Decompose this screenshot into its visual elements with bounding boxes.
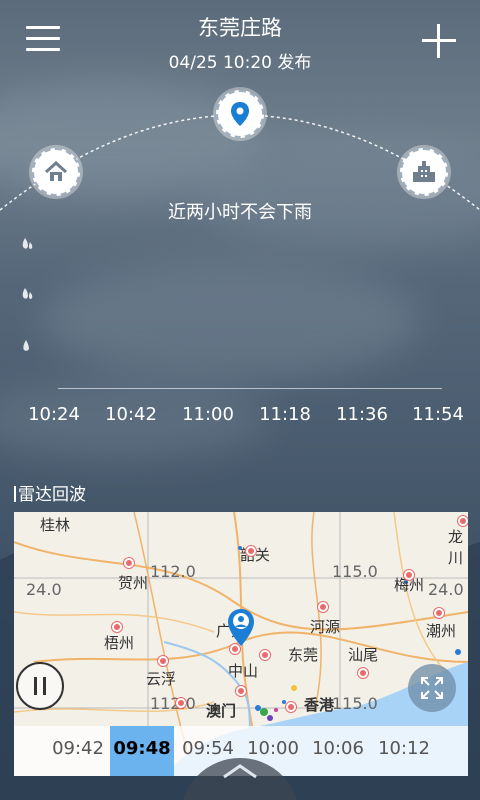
radar-time-option-selected[interactable]: 09:48 bbox=[113, 738, 170, 759]
city-marker bbox=[112, 622, 122, 632]
city-marker bbox=[246, 546, 256, 556]
forecast-timeline bbox=[58, 388, 442, 389]
pause-icon[interactable] bbox=[16, 662, 64, 710]
expand-icon[interactable] bbox=[408, 664, 456, 712]
city-marker bbox=[236, 686, 246, 696]
location-title[interactable]: 东莞庄路 bbox=[0, 12, 480, 42]
rain-forecast-message: 近两小时不会下雨 bbox=[168, 202, 312, 223]
radar-time-option[interactable]: 09:54 bbox=[182, 738, 234, 759]
office-building-icon[interactable] bbox=[400, 148, 448, 196]
map-grid-label: 112.0 bbox=[150, 562, 196, 581]
map-city-label: 桂林 bbox=[40, 516, 71, 534]
city-marker bbox=[458, 516, 468, 526]
raindrop-icon bbox=[23, 340, 29, 351]
city-marker bbox=[158, 656, 168, 666]
map-grid-label: 112.0 bbox=[150, 694, 196, 713]
raindrop-icon bbox=[22, 238, 33, 249]
home-icon[interactable] bbox=[32, 148, 80, 196]
forecast-time: 10:42 bbox=[105, 404, 157, 425]
map-city-label: 云浮 bbox=[146, 670, 177, 688]
map-city-label: 龙川 bbox=[448, 528, 464, 567]
map-grid-label: 24.0 bbox=[26, 580, 62, 599]
forecast-time-labels: 10:24 10:42 11:00 11:18 11:36 11:54 bbox=[0, 404, 480, 428]
map-city-label: 东莞 bbox=[288, 646, 319, 664]
map-city-label: 梧州 bbox=[104, 634, 135, 652]
radar-time-option[interactable]: 10:12 bbox=[378, 738, 430, 759]
city-marker bbox=[434, 608, 444, 618]
radar-time-option[interactable]: 10:06 bbox=[312, 738, 364, 759]
radar-section-title: 雷达回波 bbox=[14, 480, 86, 505]
forecast-time: 11:36 bbox=[336, 404, 388, 425]
map-city-label: 香港 bbox=[304, 696, 335, 714]
forecast-time: 11:54 bbox=[412, 404, 464, 425]
city-marker bbox=[176, 698, 186, 708]
map-grid-label: 24.0 bbox=[428, 580, 464, 599]
map-city-label: 汕尾 bbox=[348, 646, 379, 664]
city-marker bbox=[404, 570, 414, 580]
forecast-time: 11:00 bbox=[182, 404, 234, 425]
radar-time-option[interactable]: 10:00 bbox=[247, 738, 299, 759]
map-city-label: 潮州 bbox=[426, 622, 457, 640]
map-city-label: 中山 bbox=[228, 662, 259, 680]
city-marker bbox=[358, 668, 368, 678]
current-location-marker bbox=[228, 609, 254, 646]
forecast-time: 11:18 bbox=[259, 404, 311, 425]
map-grid-label: 115.0 bbox=[332, 562, 378, 581]
header: 东莞庄路 04/25 10:20 发布 bbox=[0, 0, 480, 90]
location-pin-icon[interactable] bbox=[216, 90, 264, 138]
plus-icon[interactable] bbox=[422, 24, 456, 58]
radar-time-option[interactable]: 09:42 bbox=[52, 738, 104, 759]
map-grid-label: 115.0 bbox=[332, 694, 378, 713]
city-marker bbox=[286, 702, 296, 712]
forecast-time: 10:24 bbox=[28, 404, 80, 425]
map-city-label: 河源 bbox=[310, 618, 341, 636]
city-marker bbox=[318, 602, 328, 612]
city-marker bbox=[260, 650, 270, 660]
publish-time: 04/25 10:20 发布 bbox=[168, 53, 312, 73]
map-city-label: 贺州 bbox=[118, 574, 149, 592]
city-marker bbox=[124, 558, 134, 568]
raindrop-icon bbox=[22, 288, 33, 299]
map-city-label: 澳门 bbox=[206, 702, 237, 720]
